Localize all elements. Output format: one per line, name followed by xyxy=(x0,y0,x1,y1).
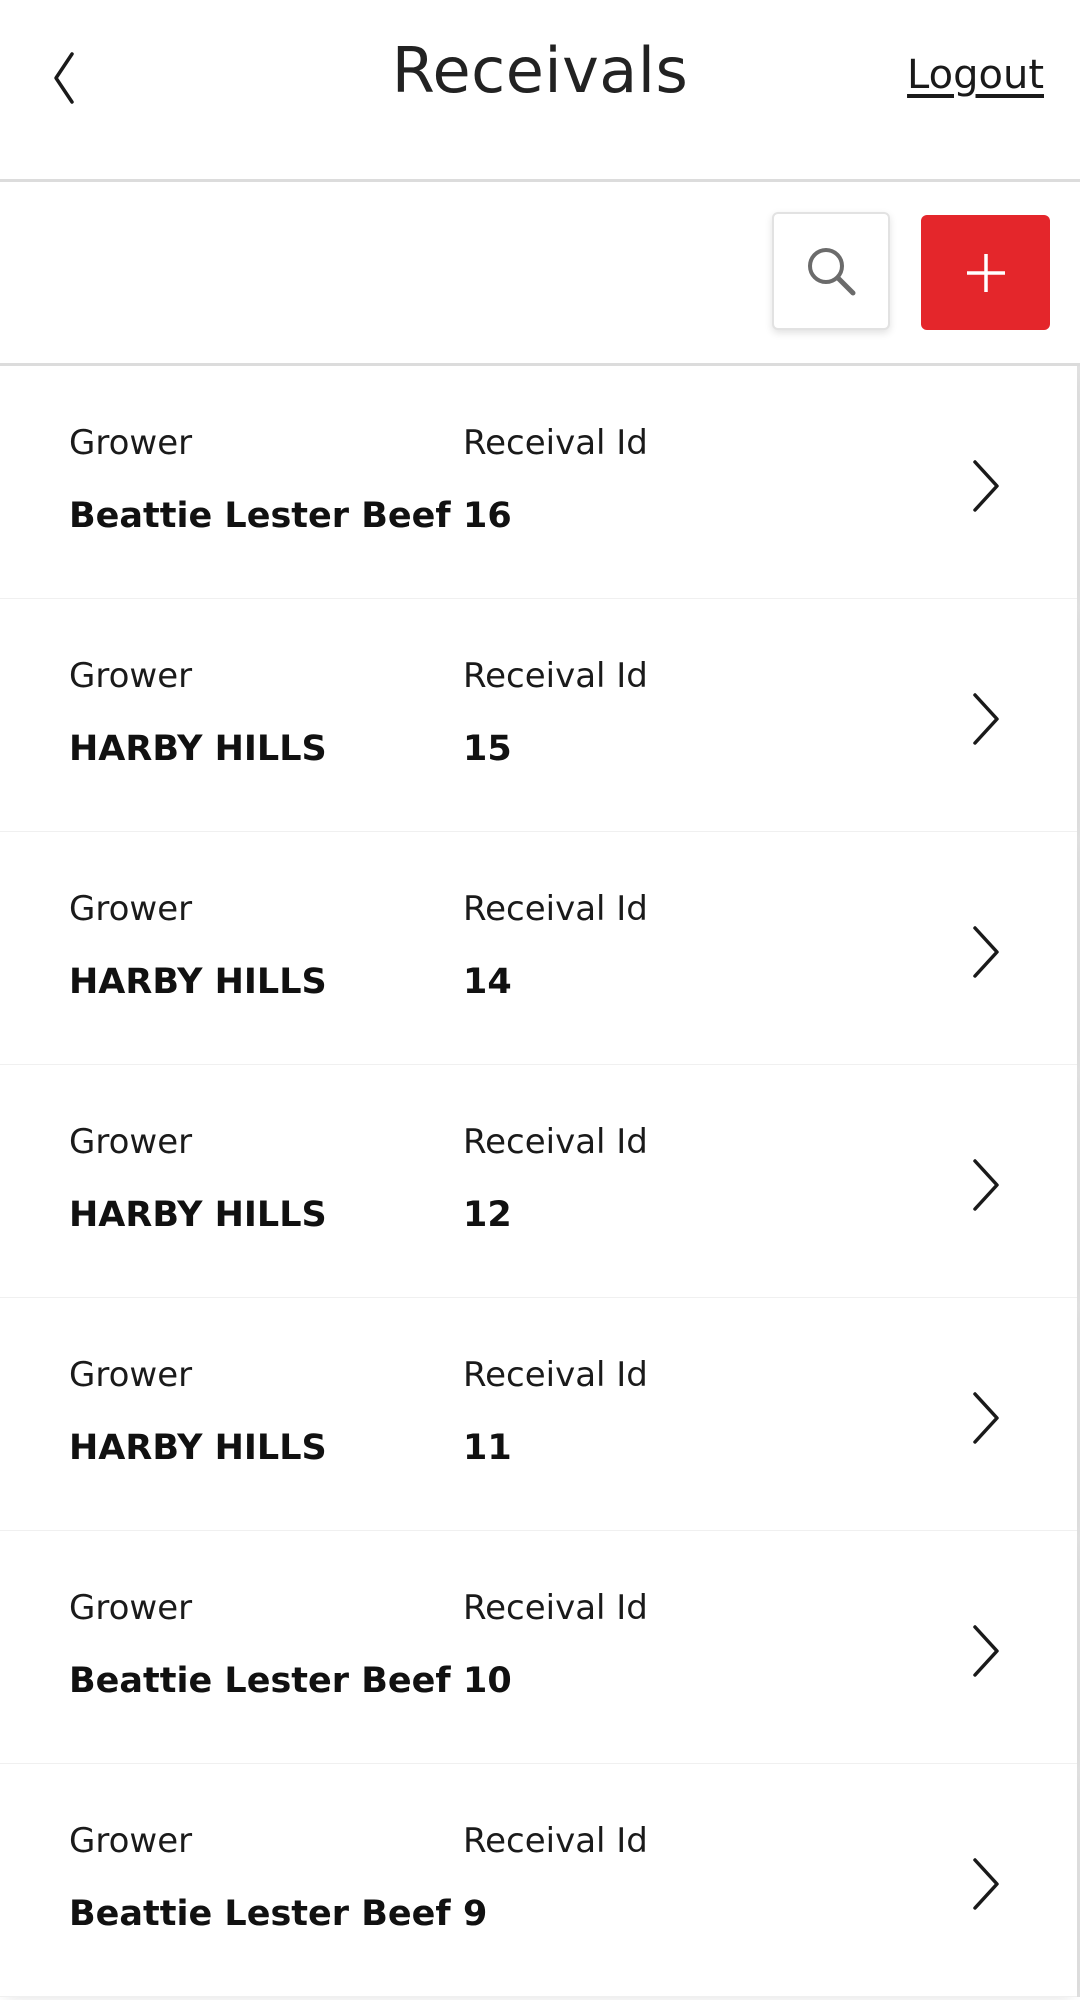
grower-label: Grower xyxy=(69,656,193,696)
logout-link[interactable]: Logout xyxy=(907,52,1044,98)
list-item[interactable]: Grower HARBY HILLS Receival Id 12 xyxy=(0,1065,1077,1298)
receival-id-label: Receival Id xyxy=(463,889,648,929)
receival-id-value: 12 xyxy=(463,1195,512,1235)
chevron-right-icon xyxy=(973,693,999,745)
grower-label: Grower xyxy=(69,1821,193,1861)
grower-value: HARBY HILLS xyxy=(69,1428,327,1468)
grower-label: Grower xyxy=(69,889,193,929)
list-item[interactable]: Grower Beattie Lester Beef Receival Id 10 xyxy=(0,1531,1077,1764)
chevron-right-icon xyxy=(973,1858,999,1910)
grower-value: HARBY HILLS xyxy=(69,962,327,1002)
receival-id-value: 10 xyxy=(463,1661,512,1701)
grower-label: Grower xyxy=(69,1588,193,1628)
search-icon xyxy=(808,248,856,296)
grower-value: Beattie Lester Beef xyxy=(69,1894,451,1934)
toolbar xyxy=(0,182,1080,366)
search-button[interactable] xyxy=(772,212,890,330)
grower-value: Beattie Lester Beef xyxy=(69,1661,451,1701)
grower-value: Beattie Lester Beef xyxy=(69,496,451,536)
receival-id-value: 9 xyxy=(463,1894,488,1934)
list-item[interactable]: Grower HARBY HILLS Receival Id 14 xyxy=(0,832,1077,1065)
receival-id-label: Receival Id xyxy=(463,656,648,696)
chevron-right-icon xyxy=(973,460,999,512)
receivals-list: Grower Beattie Lester Beef Receival Id 16 Gr… xyxy=(0,366,1080,1997)
receival-id-label: Receival Id xyxy=(463,1355,648,1395)
list-item[interactable]: Grower Beattie Lester Beef Receival Id 9 xyxy=(0,1764,1077,1997)
receival-id-label: Receival Id xyxy=(463,1122,648,1162)
app-header: Receivals Logout xyxy=(0,0,1080,182)
grower-value: HARBY HILLS xyxy=(69,729,327,769)
chevron-right-icon xyxy=(973,926,999,978)
grower-label: Grower xyxy=(69,1355,193,1395)
receival-id-label: Receival Id xyxy=(463,423,648,463)
list-item[interactable]: Grower HARBY HILLS Receival Id 11 xyxy=(0,1298,1077,1531)
chevron-right-icon xyxy=(973,1159,999,1211)
receival-id-value: 14 xyxy=(463,962,512,1002)
grower-label: Grower xyxy=(69,423,193,463)
plus-icon xyxy=(966,253,1005,292)
list-item[interactable]: Grower HARBY HILLS Receival Id 15 xyxy=(0,599,1077,832)
grower-label: Grower xyxy=(69,1122,193,1162)
chevron-right-icon xyxy=(973,1392,999,1444)
grower-value: HARBY HILLS xyxy=(69,1195,327,1235)
list-item[interactable]: Grower Beattie Lester Beef Receival Id 16 xyxy=(0,366,1077,599)
receival-id-label: Receival Id xyxy=(463,1588,648,1628)
receival-id-value: 15 xyxy=(463,729,512,769)
receival-id-value: 11 xyxy=(463,1428,512,1468)
add-receival-button[interactable] xyxy=(921,215,1050,330)
chevron-right-icon xyxy=(973,1625,999,1677)
receival-id-value: 16 xyxy=(463,496,512,536)
receival-id-label: Receival Id xyxy=(463,1821,648,1861)
